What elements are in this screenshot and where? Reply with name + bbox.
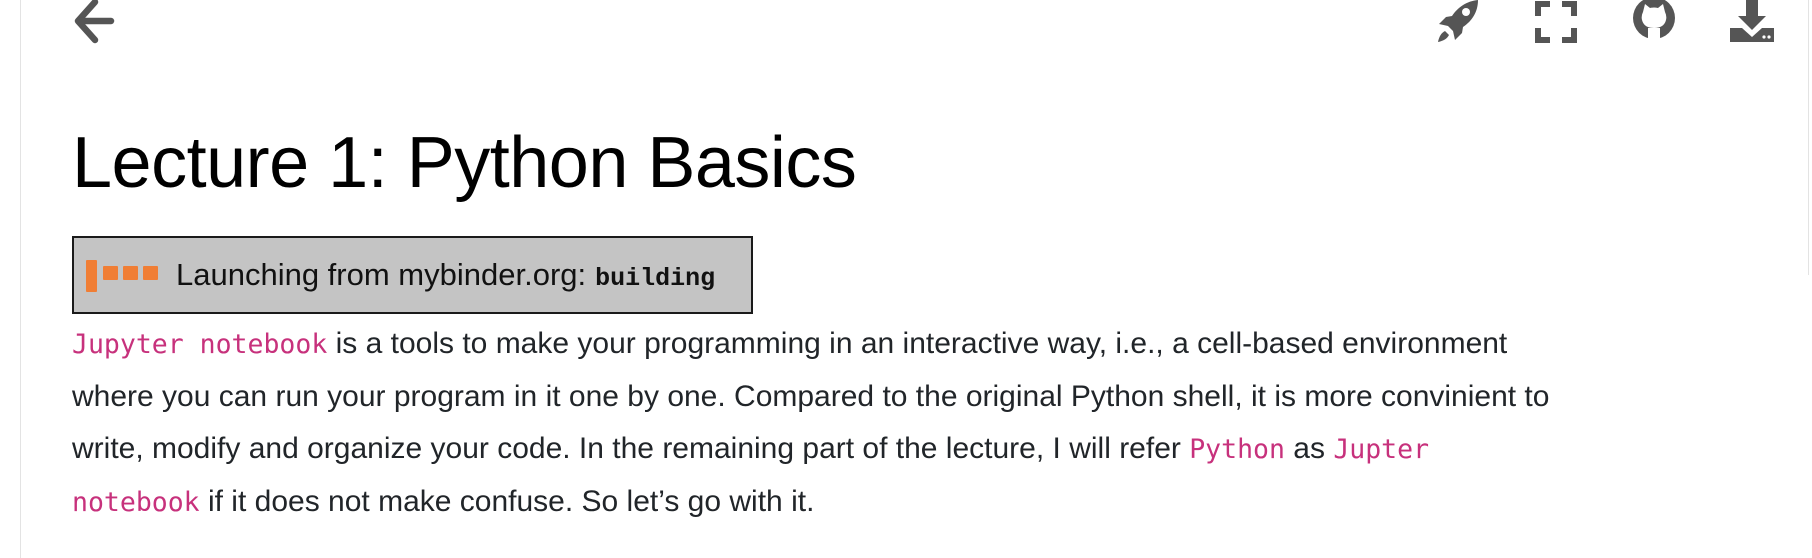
right-divider (1808, 0, 1809, 275)
binder-launch-state: building (595, 264, 716, 293)
inline-code-notebook: notebook (72, 487, 200, 518)
paragraph-line-1: Jupyter notebook is a tools to make your… (72, 318, 1792, 371)
intro-paragraph: Jupyter notebook is a tools to make your… (72, 318, 1792, 529)
launch-button[interactable] (1434, 0, 1482, 44)
page-title: Lecture 1: Python Basics (72, 123, 857, 203)
binder-launch-status[interactable]: Launching from mybinder.org: building (72, 236, 753, 314)
binder-logo-icon (86, 258, 158, 292)
inline-code-jupter: Jupter (1333, 434, 1430, 465)
inline-code-python: Python (1189, 434, 1285, 465)
paragraph-text: if it does not make confuse. So let’s go… (199, 485, 815, 518)
inline-code-jupyter-notebook: Jupyter notebook (72, 329, 328, 360)
download-button[interactable] (1728, 0, 1776, 44)
rocket-icon (1438, 0, 1478, 42)
paragraph-line-3: write, modify and organize your code. In… (72, 423, 1792, 476)
arrow-left-icon (74, 0, 115, 44)
binder-launch-label: Launching from mybinder.org: (176, 257, 587, 292)
paragraph-text: where you can run your program in it one… (72, 380, 1550, 413)
paragraph-text: as (1284, 432, 1334, 465)
paragraph-text: is a tools to make your programming in a… (327, 327, 1508, 360)
binder-launch-text: Launching from mybinder.org: building (176, 257, 715, 293)
github-button[interactable] (1630, 0, 1678, 44)
page: Lecture 1: Python Basics Launching from … (0, 0, 1812, 558)
github-icon (1633, 0, 1675, 44)
left-divider (20, 0, 21, 558)
back-button[interactable] (68, 0, 118, 44)
fullscreen-button[interactable] (1532, 0, 1580, 44)
paragraph-line-2: where you can run your program in it one… (72, 371, 1792, 423)
paragraph-line-4: notebook if it does not make confuse. So… (72, 476, 1792, 529)
expand-icon (1535, 1, 1577, 43)
paragraph-text: write, modify and organize your code. In… (72, 432, 1190, 465)
download-icon (1730, 0, 1774, 42)
